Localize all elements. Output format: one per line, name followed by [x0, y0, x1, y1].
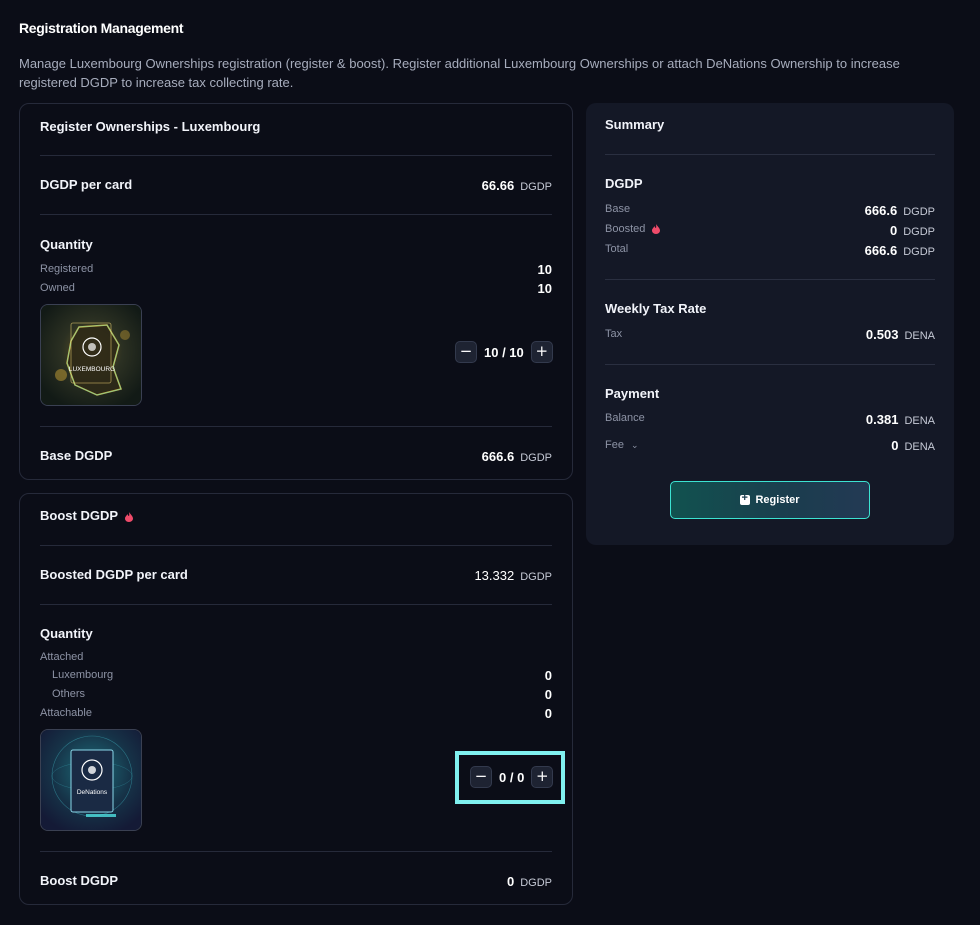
- register-ownerships-card: [19, 103, 573, 480]
- balance-label: Balance: [605, 412, 645, 424]
- summary-boosted-value: 0 DGDP: [889, 223, 935, 238]
- register-decrease-button[interactable]: −: [455, 341, 477, 363]
- tax-label: Tax: [605, 328, 623, 340]
- payment-section: Payment: [605, 386, 660, 401]
- register-increase-button[interactable]: +: [530, 341, 553, 363]
- flame-icon: [652, 224, 661, 235]
- attached-label: Attached: [40, 651, 84, 663]
- summary-card: [586, 103, 954, 545]
- others-value: 0: [544, 687, 552, 702]
- luxembourg-card-image: LUXEMBOURG: [40, 304, 142, 406]
- divider: [605, 154, 935, 155]
- summary-header: Summary: [605, 117, 665, 132]
- attachable-label: Attachable: [40, 707, 92, 719]
- luxembourg-value: 0: [544, 668, 552, 683]
- boost-quantity-label: Quantity: [40, 626, 93, 641]
- register-button[interactable]: Register: [670, 481, 870, 519]
- registered-value: 10: [537, 262, 552, 277]
- plus-icon: +: [535, 342, 549, 360]
- divider: [40, 155, 552, 156]
- balance-value: 0.381 DENA: [865, 412, 935, 427]
- minus-icon: −: [459, 342, 473, 360]
- boosted-dgdp-per-card-label: Boosted DGDP per card: [40, 567, 188, 582]
- register-button-label: Register: [755, 494, 800, 506]
- page-title: Registration Management: [19, 20, 184, 36]
- boost-dgdp-label: Boost DGDP: [40, 873, 118, 888]
- boost-stepper-highlight: [455, 751, 565, 804]
- divider: [40, 604, 552, 605]
- register-plus-icon: [740, 492, 751, 505]
- divider: [40, 214, 552, 215]
- summary-total-value: 666.6 DGDP: [864, 243, 935, 258]
- base-dgdp-value: 666.6 DGDP: [481, 449, 552, 464]
- denations-globe-icon: DeNations: [41, 730, 141, 830]
- others-label: Others: [52, 688, 86, 700]
- divider: [40, 426, 552, 427]
- summary-base-label: Base: [605, 203, 631, 215]
- summary-base-value: 666.6 DGDP: [864, 203, 935, 218]
- owned-value: 10: [537, 281, 552, 296]
- summary-total-label: Total: [605, 243, 629, 255]
- divider: [605, 279, 935, 280]
- summary-boosted-label: Boosted: [605, 223, 661, 235]
- fee-value: 0 DENA: [891, 438, 935, 453]
- dgdp-per-card-value: 66.66 DGDP: [481, 178, 552, 193]
- boost-dgdp-value: 0 DGDP: [506, 874, 552, 889]
- summary-dgdp-section: DGDP: [605, 176, 643, 191]
- quantity-label: Quantity: [40, 237, 93, 252]
- page-description: Manage Luxembourg Ownerships registratio…: [19, 56, 900, 90]
- boost-card-header: Boost DGDP: [40, 508, 134, 523]
- svg-text:LUXEMBOURG: LUXEMBOURG: [69, 366, 115, 373]
- luxembourg-map-icon: LUXEMBOURG: [41, 305, 141, 405]
- weekly-tax-rate-section: Weekly Tax Rate: [605, 301, 707, 316]
- owned-label: Owned: [40, 282, 75, 294]
- register-quantity-stepper: − 10 / 10 +: [455, 341, 553, 363]
- luxembourg-label: Luxembourg: [52, 669, 114, 681]
- flame-icon: [125, 511, 134, 522]
- fee-toggle[interactable]: Fee ⌄: [605, 439, 639, 451]
- divider: [40, 545, 552, 546]
- divider: [605, 364, 935, 365]
- boosted-dgdp-per-card-value: 13.332 DGDP: [474, 568, 552, 583]
- register-stepper-value: 10 / 10: [484, 344, 524, 360]
- divider: [40, 851, 552, 852]
- denations-card-image: DeNations: [40, 729, 142, 831]
- base-dgdp-label: Base DGDP: [40, 448, 113, 463]
- register-card-header: Register Ownerships - Luxembourg: [40, 119, 261, 134]
- boost-dgdp-card: [19, 493, 573, 905]
- chevron-down-icon: ⌄: [631, 440, 639, 450]
- dgdp-per-card-label: DGDP per card: [40, 177, 133, 192]
- registered-label: Registered: [40, 263, 94, 275]
- attachable-value: 0: [544, 706, 552, 721]
- tax-value: 0.503 DENA: [865, 327, 935, 342]
- svg-text:DeNations: DeNations: [77, 789, 108, 796]
